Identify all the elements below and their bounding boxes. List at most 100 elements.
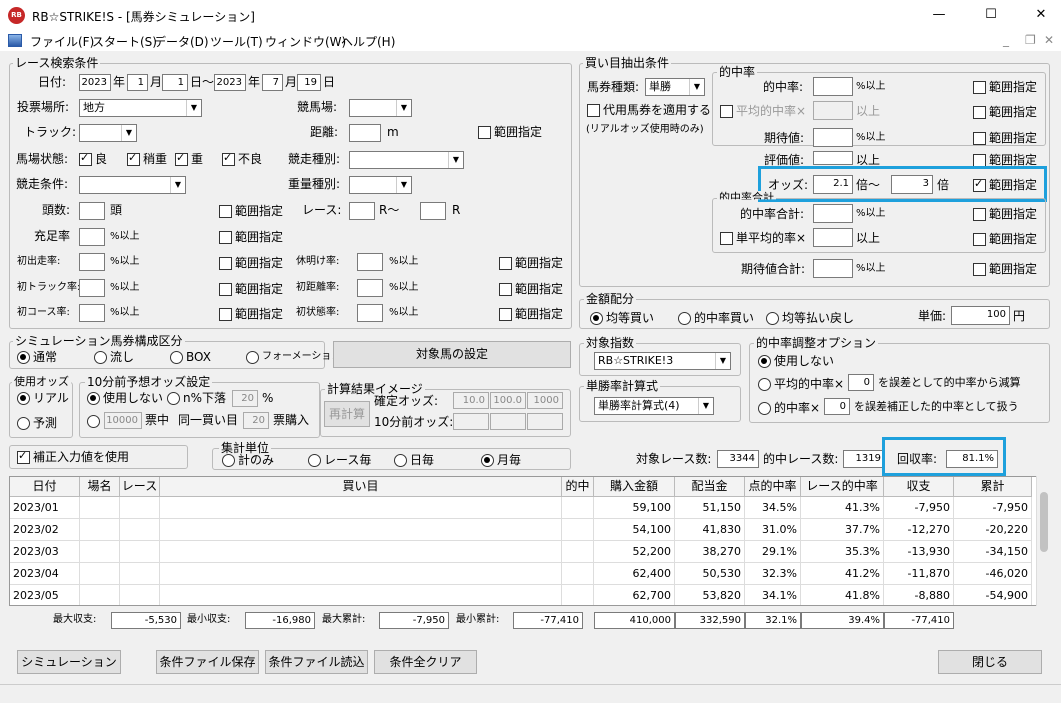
column-header[interactable]: 収支 [884,477,954,497]
bet-kind-select[interactable]: 単勝 ▼ [645,78,705,96]
sim-normal-radio[interactable]: 通常 [17,350,57,364]
end-day-input[interactable]: 19 [297,74,321,91]
rest-input[interactable] [357,253,383,271]
table-row[interactable]: 2023/04 62,400 50,530 32.3% 41.2% -11,870 -46,… [10,563,1032,585]
table-scrollbar[interactable] [1036,476,1051,606]
close-button[interactable]: 閉じる [938,650,1042,674]
target-horse-button[interactable]: 対象馬の設定 [333,341,571,368]
unit-price-input[interactable]: 100 [951,306,1010,325]
cond-bad-checkbox[interactable]: 不良 [222,151,262,166]
column-header[interactable]: 配当金 [675,477,745,497]
fill-rate-input[interactable] [79,228,105,246]
start-day-input[interactable]: 1 [162,74,188,91]
eval-input[interactable] [813,151,853,165]
surface-select[interactable]: ▼ [79,124,137,142]
maximize-icon[interactable]: ☐ [980,5,1002,25]
money-equal-radio[interactable]: 均等買い [590,311,654,325]
heads-input[interactable] [79,202,105,220]
simulation-button[interactable]: シミュレーション [17,650,121,674]
column-header[interactable]: 点的中率 [745,477,801,497]
first-run-input[interactable] [79,253,105,271]
expect-total-range-checkbox[interactable]: 範囲指定 [973,262,1037,276]
hit-total-input[interactable] [813,204,853,223]
column-header[interactable]: 累計 [954,477,1032,497]
cond-slight-checkbox[interactable]: 稍重 [127,151,167,166]
use-adjust-checkbox[interactable]: 補正入力値を使用 [17,449,129,464]
column-header[interactable]: 購入金額 [594,477,675,497]
distance-range-checkbox[interactable]: 範囲指定 [478,125,542,139]
table-row[interactable]: 2023/02 54,100 41,830 31.0% 37.7% -12,270 -20,… [10,519,1032,541]
pre10-drop-radio[interactable]: n%下落 [167,391,226,405]
pre10-buy-input[interactable]: 20 [243,412,269,429]
column-header[interactable]: レース的中率 [801,477,884,497]
venue-select[interactable]: 地方 ▼ [79,99,202,117]
pre10-votes-input[interactable]: 10000 [104,412,142,429]
distance-input[interactable] [349,124,381,142]
column-header[interactable]: 場名 [80,477,120,497]
first-state-input[interactable] [357,304,383,322]
first-track-range-checkbox[interactable]: 範囲指定 [219,282,283,296]
table-row[interactable]: 2023/01 59,100 51,150 34.5% 41.3% -7,950 -7,95… [10,497,1032,519]
cond-good-checkbox[interactable]: 良 [79,151,107,166]
first-dist-range-checkbox[interactable]: 範囲指定 [499,282,563,296]
agg-total-radio[interactable]: 計のみ [222,453,274,467]
sim-nagashi-radio[interactable]: 流し [94,350,134,364]
table-row[interactable]: 2023/03 52,200 38,270 29.1% 35.3% -13,930 -34,… [10,541,1032,563]
race-from-input[interactable] [349,202,375,220]
pre10-none-radio[interactable]: 使用しない [87,391,163,405]
start-month-input[interactable]: 1 [127,74,148,91]
expect-input[interactable] [813,128,853,147]
hitopt-none-radio[interactable]: 使用しない [758,354,834,368]
first-course-input[interactable] [79,304,105,322]
single-avg-range-checkbox[interactable]: 範囲指定 [973,232,1037,246]
rest-range-checkbox[interactable]: 範囲指定 [499,256,563,270]
first-run-range-checkbox[interactable]: 範囲指定 [219,256,283,270]
win-calc-select[interactable]: 単勝率計算式(4) ▼ [594,397,714,415]
hitopt-hit-input[interactable]: 0 [824,398,850,415]
money-payout-radio[interactable]: 均等払い戻し [766,311,854,325]
menu-data[interactable]: データ(D) [154,33,209,50]
avg-hit-checkbox[interactable]: 平均的中率× [720,104,806,118]
agg-month-radio[interactable]: 月毎 [481,453,521,467]
results-table[interactable]: 日付 場名 レース 買い目 的中 購入金額 配当金 点的中率 レース的中率 収支 累計 2023/01… [9,476,1045,606]
weight-type-select[interactable]: ▼ [349,176,412,194]
fill-range-checkbox[interactable]: 範囲指定 [219,230,283,244]
first-state-range-checkbox[interactable]: 範囲指定 [499,307,563,321]
end-year-input[interactable]: 2023 [214,74,246,91]
first-track-input[interactable] [79,279,105,297]
agg-day-radio[interactable]: 日毎 [394,453,434,467]
avg-hit-input[interactable] [813,101,853,120]
money-hit-radio[interactable]: 的中率買い [678,311,754,325]
close-icon[interactable]: ✕ [1030,5,1052,25]
mdi-close-icon[interactable]: ✕ [1044,33,1054,47]
end-month-input[interactable]: 7 [262,74,283,91]
load-conditions-button[interactable]: 条件ファイル読込 [265,650,368,674]
race-to-input[interactable] [420,202,446,220]
target-index-select[interactable]: RB☆STRIKE!3 ▼ [594,352,731,370]
menu-help[interactable]: ヘルプ(H) [341,33,395,50]
substitute-checkbox[interactable]: 代用馬券を適用する [587,103,711,117]
column-header[interactable]: 日付 [10,477,80,497]
recalc-button[interactable]: 再計算 [324,401,370,427]
odds-real-radio[interactable]: リアル [17,391,69,405]
expect-total-input[interactable] [813,259,853,278]
menu-window[interactable]: ウィンドウ(W) [265,33,346,50]
hitopt-avg-radio[interactable]: 平均的中率× [758,377,844,391]
eval-range-checkbox[interactable]: 範囲指定 [973,153,1037,167]
minimize-icon[interactable]: — [928,5,950,25]
hitopt-hit-radio[interactable]: 的中率× [758,401,820,415]
column-header[interactable]: 買い目 [160,477,562,497]
pre10-n-input[interactable]: 20 [232,390,258,407]
menu-tools[interactable]: ツール(T) [210,33,263,50]
agg-race-radio[interactable]: レース毎 [308,453,371,467]
sim-box-radio[interactable]: BOX [170,350,211,364]
sim-formation-radio[interactable]: フォーメーション [246,350,341,364]
scroll-thumb[interactable] [1040,492,1048,552]
hit-rate-input[interactable] [813,77,853,96]
cond-heavy-checkbox[interactable]: 重 [175,151,203,166]
menu-start[interactable]: スタート(S) [92,33,157,50]
expect-range-checkbox[interactable]: 範囲指定 [973,131,1037,145]
hitopt-avg-input[interactable]: 0 [848,374,874,391]
table-row[interactable]: 2023/05 62,700 53,820 34.1% 41.8% -8,880 -54,9… [10,585,1032,605]
single-avg-input[interactable] [813,228,853,247]
